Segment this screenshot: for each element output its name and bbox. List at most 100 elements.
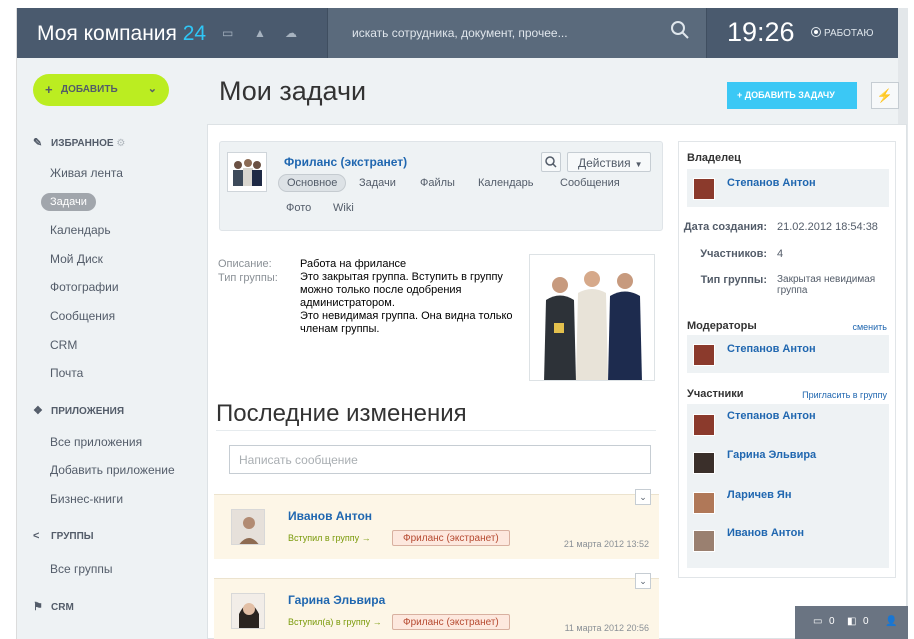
share-icon: <: [33, 530, 40, 542]
tab-tasks[interactable]: Задачи: [359, 177, 396, 189]
tab-calendar[interactable]: Календарь: [478, 177, 534, 189]
sidebar-item-disk[interactable]: Мой Диск: [50, 252, 103, 266]
tab-messages[interactable]: Сообщения: [560, 177, 620, 189]
type-label: Тип группы:: [218, 272, 278, 284]
lightning-button[interactable]: ⚡: [871, 82, 899, 109]
apps-icon: ❖: [33, 405, 43, 417]
group-tag[interactable]: Фриланс (экстранет): [392, 530, 510, 546]
participant-name[interactable]: Степанов Антон: [727, 410, 816, 422]
moderators-title: Модераторы: [687, 320, 757, 332]
participants-title: Участники: [687, 388, 744, 400]
group-tag[interactable]: Фриланс (экстранет): [392, 614, 510, 630]
group-name[interactable]: Фриланс (экстранет): [284, 155, 407, 169]
group-card: Фриланс (экстранет) Действия ▼ Основное З…: [219, 141, 663, 231]
sidebar-item-messages[interactable]: Сообщения: [50, 309, 115, 323]
tab-photo[interactable]: Фото: [286, 202, 311, 214]
group-type-value: Закрытая невидимая группа: [777, 274, 876, 296]
global-search[interactable]: искать сотрудника, документ, прочее...: [327, 8, 707, 58]
group-info-panel: Владелец Степанов Антон Дата создания: 2…: [678, 141, 896, 578]
sidebar-item-mail[interactable]: Почта: [50, 366, 83, 380]
feed-item: ⌄ Иванов Антон Вступил в группу → Фрилан…: [214, 489, 659, 559]
moderator-name[interactable]: Степанов Антон: [727, 343, 816, 355]
sidebar-item-all-apps[interactable]: Все приложения: [50, 435, 142, 449]
participant-name[interactable]: Иванов Антон: [727, 527, 804, 539]
group-search-button[interactable]: [541, 152, 561, 172]
participant-name[interactable]: Гарина Эльвира: [727, 449, 816, 461]
sidebar-item-crm[interactable]: CRM: [50, 338, 77, 352]
add-task-button[interactable]: + ДОБАВИТЬ ЗАДАЧУ: [727, 82, 857, 109]
feed-action: Вступил(а) в группу →: [288, 617, 382, 627]
user-avatar-image: [232, 510, 264, 544]
description-label: Описание:: [218, 258, 272, 270]
pin-icon: ✎: [33, 137, 43, 149]
tab-wiki[interactable]: Wiki: [333, 202, 354, 214]
work-area: Фриланс (экстранет) Действия ▼ Основное З…: [207, 124, 907, 639]
group-avatar[interactable]: [227, 152, 267, 192]
avatar[interactable]: [231, 593, 265, 629]
search-input[interactable]: искать сотрудника, документ, прочее...: [352, 26, 568, 40]
feed-item: ⌄ Гарина Эльвира Вступил(а) в группу → Ф…: [214, 573, 659, 639]
cloud-icon[interactable]: ☁: [285, 26, 297, 40]
avatar[interactable]: [231, 509, 265, 545]
invite-link[interactable]: Пригласить в группу: [802, 390, 887, 400]
caret-down-icon: ▼: [634, 160, 643, 169]
divider: [216, 430, 656, 431]
avatar[interactable]: [693, 344, 715, 366]
top-header: Моя компания 24 ▭ ▲ ☁ искать сотрудника,…: [17, 8, 908, 58]
search-icon[interactable]: [670, 20, 690, 40]
actions-label: Действия: [578, 156, 631, 170]
group-people-icon: [233, 159, 262, 186]
avatar[interactable]: [693, 452, 715, 474]
recent-changes-title: Последние изменения: [216, 400, 467, 427]
section-groups[interactable]: < ГРУППЫ: [33, 530, 94, 542]
actions-button[interactable]: Действия ▼: [567, 152, 651, 172]
owner-name[interactable]: Степанов Антон: [727, 177, 816, 189]
owner-title: Владелец: [687, 152, 741, 164]
sidebar-item-tasks[interactable]: Задачи: [41, 193, 96, 211]
members-label: Участников:: [700, 248, 767, 260]
change-link[interactable]: сменить: [852, 322, 887, 332]
app-frame: Моя компания 24 ▭ ▲ ☁ искать сотрудника,…: [16, 8, 908, 639]
avatar[interactable]: [693, 530, 715, 552]
feed-author[interactable]: Иванов Антон: [288, 509, 372, 523]
avatar[interactable]: [693, 492, 715, 514]
favorites-title: ИЗБРАННОЕ: [51, 138, 114, 149]
sidebar-item-calendar[interactable]: Календарь: [50, 223, 111, 237]
add-button[interactable]: + ДОБАВИТЬ ⌄: [33, 74, 169, 106]
status-label: РАБОТАЮ: [824, 28, 874, 39]
section-crm[interactable]: ⚑ CRM: [33, 600, 74, 613]
notifications-icon[interactable]: ◧: [847, 616, 856, 627]
feed-author[interactable]: Гарина Эльвира: [288, 593, 385, 607]
sidebar-item-add-app[interactable]: Добавить приложение: [50, 463, 175, 477]
tab-main[interactable]: Основное: [278, 174, 347, 192]
bell-icon[interactable]: ▲: [254, 26, 266, 40]
tab-files[interactable]: Файлы: [420, 177, 455, 189]
messages-icon[interactable]: ▭: [813, 616, 822, 627]
notifications-count: 0: [863, 616, 869, 627]
feed-date: 21 марта 2012 13:52: [563, 539, 649, 549]
avatar[interactable]: [693, 178, 715, 200]
add-task-label: ДОБАВИТЬ ЗАДАЧУ: [744, 90, 835, 100]
participants-box: Степанов Антон Гарина Эльвира Ларичев Ян…: [687, 404, 889, 568]
chat-icon[interactable]: ▭: [222, 26, 233, 40]
sidebar-item-business-books[interactable]: Бизнес-книги: [50, 492, 123, 506]
sidebar-item-feed[interactable]: Живая лента: [50, 166, 123, 180]
message-input[interactable]: Написать сообщение: [229, 445, 651, 474]
groups-title: ГРУППЫ: [51, 531, 94, 542]
gear-icon[interactable]: ⚙: [116, 138, 125, 149]
feed-action: Вступил в группу →: [288, 533, 371, 543]
sidebar-item-photos[interactable]: Фотографии: [50, 280, 119, 294]
sidebar-item-all-groups[interactable]: Все группы: [50, 562, 113, 576]
description-value: Работа на фрилансе Это закрытая группа. …: [300, 258, 525, 336]
avatar[interactable]: [693, 414, 715, 436]
work-status-button[interactable]: РАБОТАЮ: [811, 27, 873, 39]
participant-name[interactable]: Ларичев Ян: [727, 489, 791, 501]
crm-title: CRM: [51, 602, 74, 613]
users-icon[interactable]: 👤: [885, 616, 897, 627]
expand-icon[interactable]: ⌄: [635, 489, 651, 505]
company-logo[interactable]: Моя компания 24: [37, 22, 206, 46]
type-text: Это закрытая группа. Вступить в группу м…: [300, 271, 503, 309]
section-apps[interactable]: ❖ ПРИЛОЖЕНИЯ: [33, 404, 124, 417]
expand-icon[interactable]: ⌄: [635, 573, 651, 589]
section-favorites[interactable]: ✎ ИЗБРАННОЕ ⚙: [33, 136, 125, 149]
